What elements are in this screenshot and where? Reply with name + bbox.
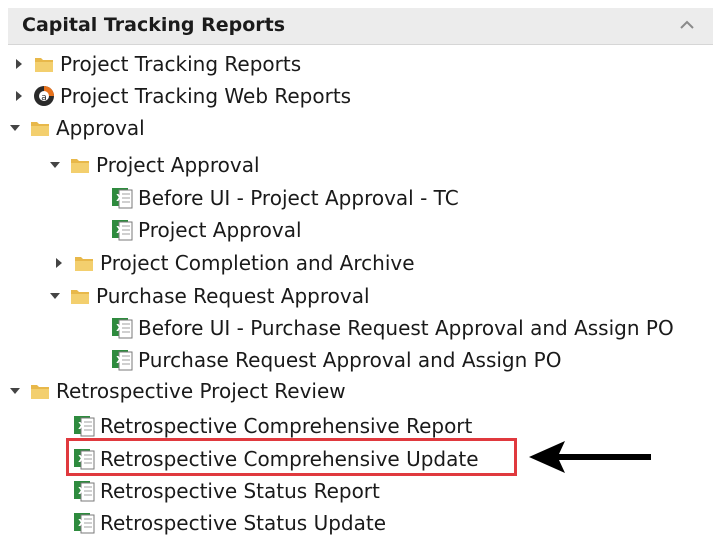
collapse-arrow-icon[interactable] bbox=[48, 158, 62, 172]
excel-report-icon: X bbox=[110, 348, 134, 372]
tree-item-retro-comprehensive-report[interactable]: X Retrospective Comprehensive Report bbox=[72, 410, 472, 442]
collapse-arrow-icon[interactable] bbox=[8, 384, 22, 398]
tree-item-label: Before UI - Purchase Request Approval an… bbox=[138, 316, 674, 340]
excel-report-icon: X bbox=[110, 186, 134, 210]
tree-item-label: Project Approval bbox=[96, 153, 260, 177]
tree-item-retro-comprehensive-update[interactable]: X Retrospective Comprehensive Update bbox=[72, 443, 479, 475]
tree-item-retro-status-update[interactable]: X Retrospective Status Update bbox=[72, 507, 386, 539]
tree-item-project-tracking-web-reports[interactable]: a Project Tracking Web Reports bbox=[12, 80, 351, 112]
expand-arrow-icon[interactable] bbox=[52, 256, 66, 270]
panel-header[interactable]: Capital Tracking Reports bbox=[8, 8, 713, 45]
expand-arrow-icon[interactable] bbox=[12, 89, 26, 103]
collapse-arrow-icon[interactable] bbox=[8, 121, 22, 135]
tree-item-project-tracking-reports[interactable]: Project Tracking Reports bbox=[12, 48, 301, 80]
svg-text:a: a bbox=[41, 93, 47, 103]
excel-report-icon: X bbox=[72, 511, 96, 535]
tree-item-label: Project Approval bbox=[138, 218, 302, 242]
tree-item-label: Retrospective Status Report bbox=[100, 479, 380, 503]
chevron-up-icon[interactable] bbox=[675, 13, 699, 37]
tree-item-purchase-request-approval[interactable]: Purchase Request Approval bbox=[48, 280, 370, 312]
tree-item-label: Purchase Request Approval and Assign PO bbox=[138, 348, 562, 372]
tree-item-label: Purchase Request Approval bbox=[96, 284, 370, 308]
tree-item-retrospective-project-review[interactable]: Retrospective Project Review bbox=[8, 375, 346, 407]
tree-item-label: Project Tracking Web Reports bbox=[60, 84, 352, 108]
tree-item-pr-approval-assign-po[interactable]: X Purchase Request Approval and Assign P… bbox=[110, 344, 561, 376]
tree-item-project-approval-report[interactable]: X Project Approval bbox=[110, 214, 302, 246]
tree-item-label: Retrospective Project Review bbox=[56, 379, 346, 403]
tree-item-label: Project Completion and Archive bbox=[100, 251, 415, 275]
pointer-arrow-icon bbox=[525, 437, 655, 481]
excel-report-icon: X bbox=[72, 447, 96, 471]
tree-item-project-completion-archive[interactable]: Project Completion and Archive bbox=[52, 247, 415, 279]
excel-report-icon: X bbox=[72, 479, 96, 503]
excel-report-icon: X bbox=[110, 218, 134, 242]
folder-icon bbox=[32, 52, 56, 76]
web-report-icon: a bbox=[32, 84, 56, 108]
folder-icon bbox=[68, 153, 92, 177]
tree-item-label: Retrospective Comprehensive Update bbox=[100, 447, 479, 471]
tree-item-label: Retrospective Status Update bbox=[100, 511, 386, 535]
tree-item-label: Before UI - Project Approval - TC bbox=[138, 186, 459, 210]
tree-item-label: Approval bbox=[56, 116, 145, 140]
tree-item-project-approval[interactable]: Project Approval bbox=[48, 149, 260, 181]
tree-item-before-ui-pr-approval-assign-po[interactable]: X Before UI - Purchase Request Approval … bbox=[110, 312, 674, 344]
excel-report-icon: X bbox=[72, 414, 96, 438]
excel-report-icon: X bbox=[110, 316, 134, 340]
tree-item-retro-status-report[interactable]: X Retrospective Status Report bbox=[72, 475, 380, 507]
folder-icon bbox=[28, 379, 52, 403]
tree-item-label: Retrospective Comprehensive Report bbox=[100, 414, 473, 438]
tree-item-approval[interactable]: Approval bbox=[8, 112, 145, 144]
panel-title: Capital Tracking Reports bbox=[22, 14, 286, 36]
folder-icon bbox=[68, 284, 92, 308]
tree-item-before-ui-project-approval-tc[interactable]: X Before UI - Project Approval - TC bbox=[110, 182, 459, 214]
tree-item-label: Project Tracking Reports bbox=[60, 52, 302, 76]
folder-icon bbox=[28, 116, 52, 140]
collapse-arrow-icon[interactable] bbox=[48, 289, 62, 303]
folder-icon bbox=[72, 251, 96, 275]
expand-arrow-icon[interactable] bbox=[12, 57, 26, 71]
